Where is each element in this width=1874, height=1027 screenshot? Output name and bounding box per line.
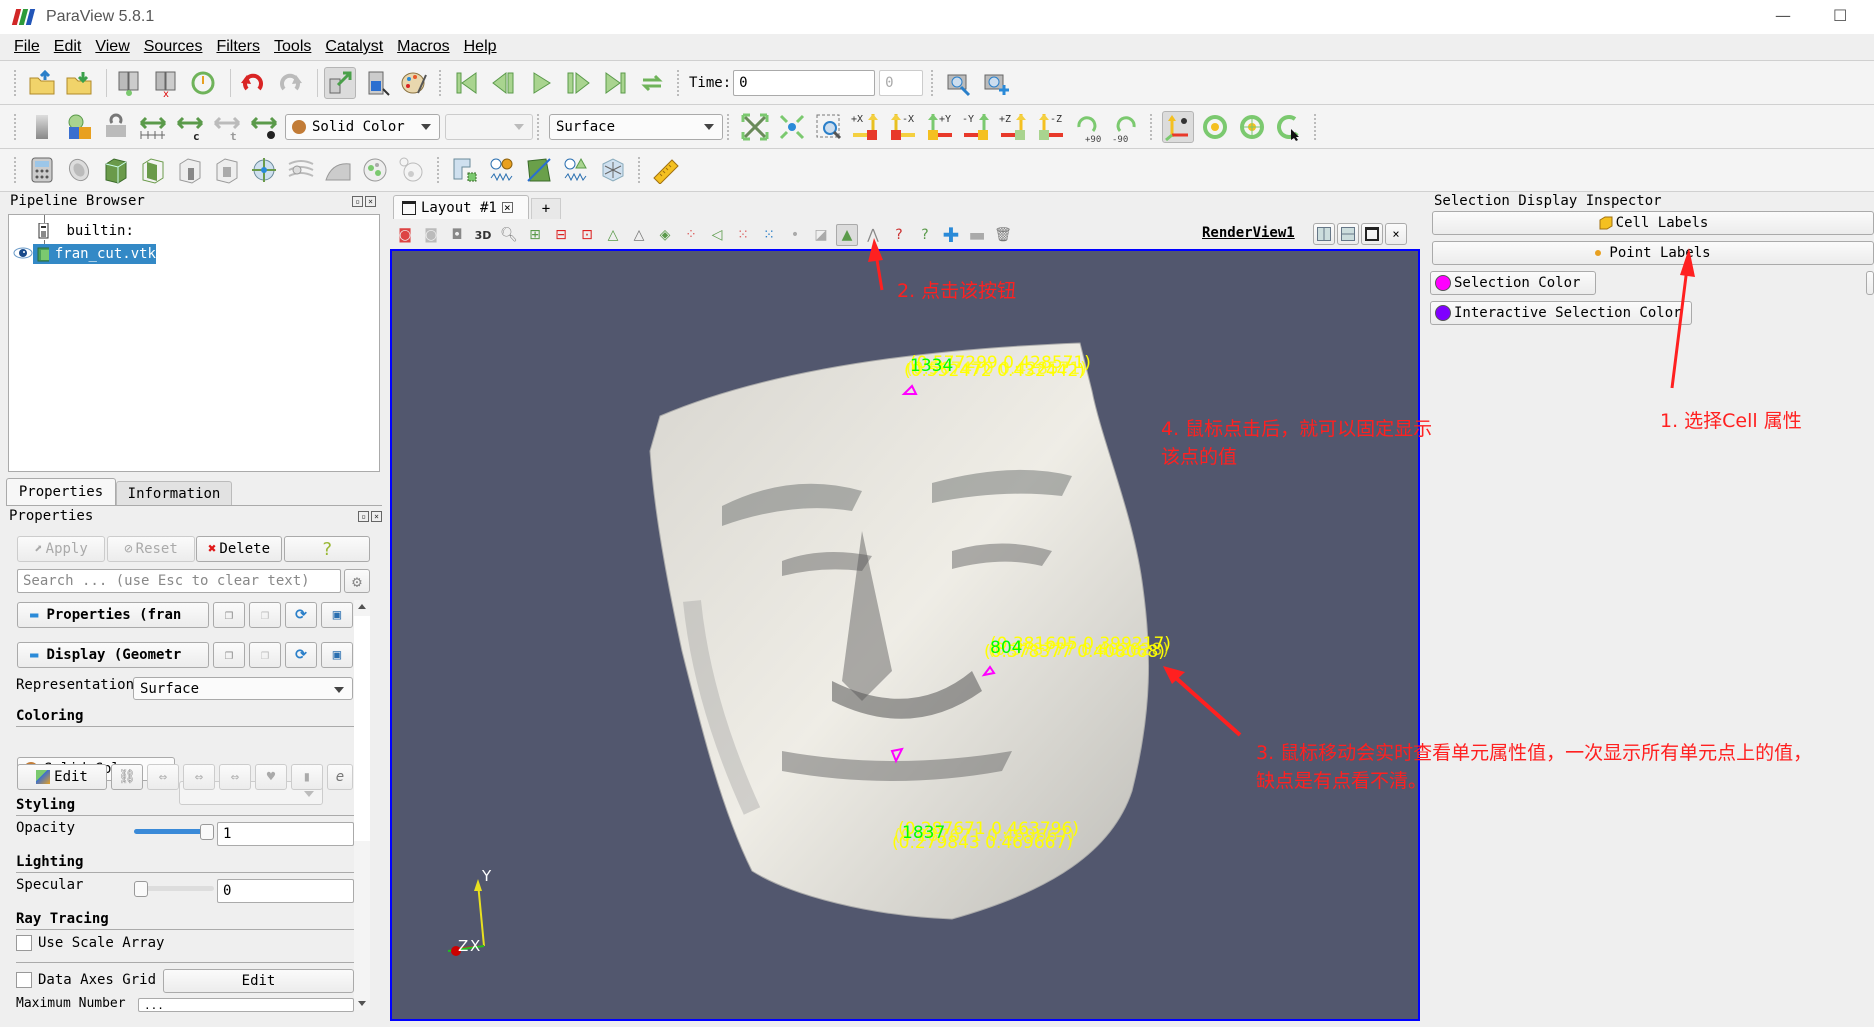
annotation-step3-line2: 缺点是有点看不清。 <box>1256 770 1428 792</box>
annotation-step3-line1: 3. 鼠标移动会实时查看单元属性值，一次显示所有单元点上的值， <box>1256 742 1813 764</box>
annotation-step4-line2: 该点的值 <box>1161 446 1238 468</box>
annotation-step4-line1: 4. 鼠标点击后，就可以固定显示 <box>1161 418 1433 440</box>
annotation-step2: 2. 点击该按钮 <box>897 280 1017 302</box>
arrow-to-cell-labels <box>1680 248 1695 277</box>
arrow-to-hover-button <box>868 238 883 262</box>
annotation-arrows <box>868 238 1695 737</box>
annotation-step1: 1. 选择Cell 属性 <box>1660 410 1802 432</box>
